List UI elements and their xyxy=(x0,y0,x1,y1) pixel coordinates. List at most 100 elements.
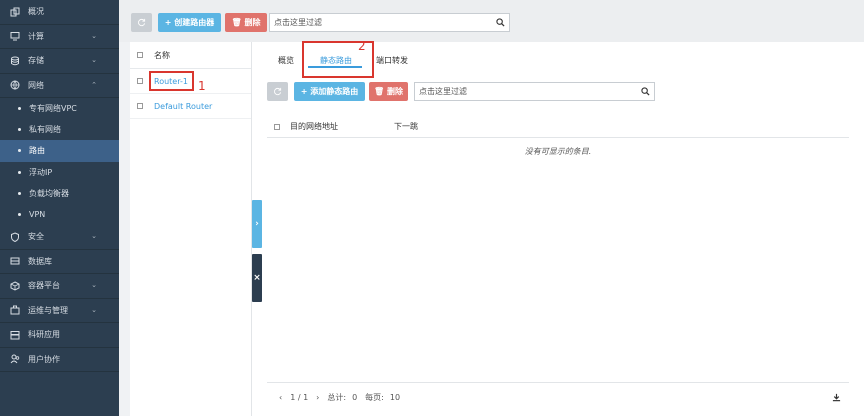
create-router-button[interactable]: + 创建路由器 xyxy=(158,13,221,32)
row-checkbox[interactable] xyxy=(137,78,143,84)
per-page-value: 10 xyxy=(389,393,401,402)
column-header-destination: 目的网络地址 xyxy=(290,122,338,131)
download-icon[interactable] xyxy=(832,393,841,402)
bullet-icon xyxy=(18,191,21,195)
router-link[interactable]: Default Router xyxy=(154,102,212,111)
server-icon xyxy=(10,256,20,266)
prev-page-button[interactable]: ‹ xyxy=(279,393,282,402)
nav-user-collab[interactable]: 用户协作 xyxy=(0,348,119,373)
total-count: 0 xyxy=(352,393,358,402)
subnav-routers[interactable]: 路由 xyxy=(0,140,119,162)
container-icon xyxy=(10,281,20,291)
row-checkbox[interactable] xyxy=(137,103,143,109)
shield-icon xyxy=(10,232,20,242)
subnav-label: 私有网络 xyxy=(29,125,61,135)
toolbar: + 创建路由器 🗑 删除 点击这里过滤 xyxy=(119,0,864,42)
nav-label: 用户协作 xyxy=(28,354,60,364)
list-item[interactable]: Default Router xyxy=(130,94,251,119)
nav-ops-management[interactable]: 运维与管理 ⌄ xyxy=(0,299,119,324)
nav-overview[interactable]: 概况 xyxy=(0,0,119,25)
bullet-icon xyxy=(18,107,21,111)
empty-message: 没有可显示的条目. xyxy=(524,147,592,156)
subnav-load-balancer[interactable]: 负载均衡器 xyxy=(0,183,119,204)
column-header-next-hop: 下一跳 xyxy=(394,122,418,131)
subnav-label: 浮动IP xyxy=(29,167,53,177)
nav-network[interactable]: 网络 ⌃ xyxy=(0,74,119,98)
subnav-label: VPN xyxy=(29,210,46,220)
bullet-icon xyxy=(18,128,21,132)
users-icon xyxy=(10,354,20,364)
delete-router-button[interactable]: 🗑 删除 xyxy=(225,13,267,32)
search-icon xyxy=(641,87,650,96)
refresh-routes-button[interactable] xyxy=(267,82,288,101)
sidebar: 概况 计算 ⌄ 存储 ⌄ 网络 ⌃ 专有网络VPC 私有网络 路由 浮动IP 负… xyxy=(0,0,119,416)
nav-label: 存储 xyxy=(28,56,44,66)
search-placeholder: 点击这里过滤 xyxy=(419,87,467,96)
delete-route-button[interactable]: 🗑 删除 xyxy=(369,82,408,101)
bullet-icon xyxy=(18,213,21,217)
select-all-checkbox[interactable] xyxy=(137,52,143,58)
nav-research-apps[interactable]: 科研应用 xyxy=(0,323,119,348)
subnav-vpc[interactable]: 专有网络VPC xyxy=(0,98,119,119)
search-icon xyxy=(496,18,505,27)
nav-label: 运维与管理 xyxy=(28,305,68,315)
globe-icon xyxy=(10,80,20,91)
nav-security[interactable]: 安全 ⌄ xyxy=(0,225,119,250)
pagination-bar: ‹ 1 / 1 › 总计: 0 每页: 10 xyxy=(267,382,849,412)
router-detail-panel: 概览 静态路由 端口转发 + 添加静态路由 🗑 删除 点击这里过滤 目的网络地址… xyxy=(252,42,864,416)
subnav-label: 负载均衡器 xyxy=(29,188,69,198)
subnav-private-network[interactable]: 私有网络 xyxy=(0,119,119,140)
database-icon xyxy=(10,56,20,66)
search-placeholder: 点击这里过滤 xyxy=(274,18,322,27)
chevron-down-icon: ⌄ xyxy=(91,281,97,290)
router-search-input[interactable]: 点击这里过滤 xyxy=(269,13,510,32)
refresh-icon xyxy=(274,87,282,96)
chevron-down-icon: ⌄ xyxy=(91,305,97,314)
annotation-number-2: 2 xyxy=(358,39,366,53)
nav-container-platform[interactable]: 容器平台 ⌄ xyxy=(0,274,119,299)
subnav-vpn[interactable]: VPN xyxy=(0,204,119,225)
nav-compute[interactable]: 计算 ⌄ xyxy=(0,25,119,49)
nav-database[interactable]: 数据库 xyxy=(0,250,119,275)
archive-icon xyxy=(10,330,20,340)
tab-port-forwarding[interactable]: 端口转发 xyxy=(376,49,408,71)
page-indicator: 1 / 1 xyxy=(290,393,309,402)
chevron-up-icon: ⌃ xyxy=(91,80,97,89)
next-page-button[interactable]: › xyxy=(316,393,319,402)
main-content: + 创建路由器 🗑 删除 点击这里过滤 名称 Router-1 Default … xyxy=(119,0,864,416)
nav-label: 科研应用 xyxy=(28,330,60,340)
expand-panel-toggle[interactable]: › xyxy=(252,200,262,248)
routes-table-header: 目的网络地址 下一跳 xyxy=(267,116,849,138)
chevron-down-icon: ⌄ xyxy=(91,31,97,40)
add-static-route-button[interactable]: + 添加静态路由 xyxy=(294,82,365,101)
chevron-down-icon: ⌄ xyxy=(91,232,97,241)
refresh-button[interactable] xyxy=(131,13,152,32)
close-panel-toggle[interactable]: × xyxy=(252,254,262,302)
annotation-number-1: 1 xyxy=(198,79,206,93)
highlight-box-router xyxy=(149,71,194,91)
bullet-icon xyxy=(18,149,21,153)
route-search-input[interactable]: 点击这里过滤 xyxy=(414,82,655,101)
nav-label: 概况 xyxy=(28,7,44,17)
select-all-checkbox[interactable] xyxy=(274,123,280,130)
nav-storage[interactable]: 存储 ⌄ xyxy=(0,49,119,74)
per-page-label: 每页: xyxy=(365,393,384,402)
toolbox-icon xyxy=(10,305,20,315)
nav-label: 网络 xyxy=(28,80,44,90)
subnav-label: 路由 xyxy=(29,146,45,156)
nav-label: 数据库 xyxy=(28,256,52,266)
list-header: 名称 xyxy=(130,42,251,69)
name-column-header: 名称 xyxy=(154,50,170,60)
nav-label: 计算 xyxy=(28,31,44,41)
copy-icon xyxy=(10,7,20,17)
chevron-down-icon: ⌄ xyxy=(91,56,97,64)
nav-label: 容器平台 xyxy=(28,281,60,291)
total-label: 总计: xyxy=(327,393,347,402)
nav-label: 安全 xyxy=(28,232,44,242)
refresh-icon xyxy=(138,18,146,27)
subnav-floating-ip[interactable]: 浮动IP xyxy=(0,162,119,183)
router-list-panel: 名称 Router-1 Default Router xyxy=(130,42,252,416)
monitor-icon xyxy=(10,31,20,41)
tab-overview[interactable]: 概览 xyxy=(278,49,294,71)
subnav-label: 专有网络VPC xyxy=(29,104,77,114)
